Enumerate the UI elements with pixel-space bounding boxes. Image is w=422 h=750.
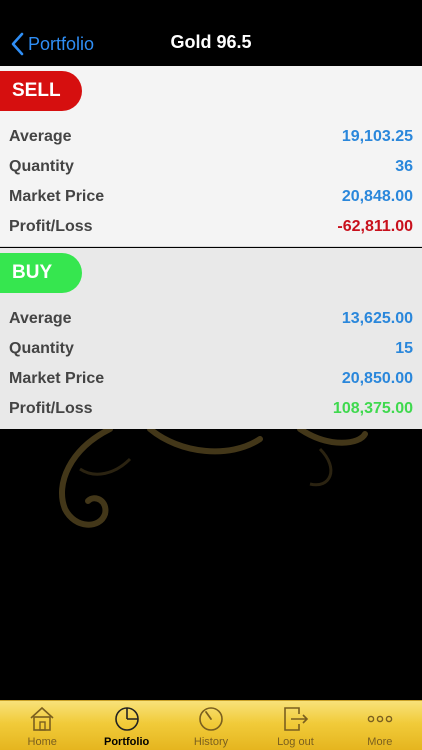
row-value: -62,811.00 bbox=[337, 218, 413, 235]
tab-history[interactable]: History bbox=[169, 701, 253, 750]
clock-icon bbox=[199, 707, 223, 731]
tab-label: History bbox=[193, 736, 229, 748]
tab-bar: Home Portfolio History Log out More bbox=[0, 700, 422, 750]
sell-row-average: Average 19,103.25 bbox=[9, 122, 413, 152]
row-label: Profit/Loss bbox=[9, 218, 93, 235]
tab-label: Log out bbox=[277, 736, 314, 748]
row-label: Market Price bbox=[9, 188, 105, 205]
row-value: 20,848.00 bbox=[341, 188, 413, 205]
row-value: 36 bbox=[395, 158, 413, 175]
row-label: Quantity bbox=[9, 340, 74, 357]
sell-badge: SELL bbox=[0, 71, 82, 111]
sell-row-quantity: Quantity 36 bbox=[9, 152, 413, 182]
tab-more[interactable]: More bbox=[338, 701, 422, 750]
row-label: Average bbox=[9, 310, 72, 327]
row-value: 19,103.25 bbox=[341, 128, 413, 145]
buy-row-average: Average 13,625.00 bbox=[9, 304, 413, 334]
buy-row-profit-loss: Profit/Loss 108,375.00 bbox=[9, 394, 413, 424]
tab-home[interactable]: Home bbox=[0, 701, 84, 750]
tab-label: Home bbox=[27, 736, 57, 748]
row-value: 108,375.00 bbox=[332, 400, 413, 417]
buy-row-quantity: Quantity 15 bbox=[9, 334, 413, 364]
row-label: Market Price bbox=[9, 370, 105, 387]
navigation-bar: Portfolio Gold 96.5 bbox=[0, 0, 422, 66]
row-label: Average bbox=[9, 128, 72, 145]
buy-section: BUY Average 13,625.00 Quantity 15 Market… bbox=[0, 248, 422, 429]
row-value: 13,625.00 bbox=[341, 310, 413, 327]
tab-label: Portfolio bbox=[104, 736, 150, 748]
row-label: Profit/Loss bbox=[9, 400, 93, 417]
row-value: 20,850.00 bbox=[341, 370, 413, 387]
row-label: Quantity bbox=[9, 158, 74, 175]
tab-label: More bbox=[367, 736, 393, 748]
page-title: Gold 96.5 bbox=[170, 32, 252, 52]
sell-row-market-price: Market Price 20,848.00 bbox=[9, 182, 413, 212]
tab-portfolio[interactable]: Portfolio bbox=[84, 701, 168, 750]
logout-icon bbox=[284, 707, 309, 731]
row-value: 15 bbox=[395, 340, 413, 357]
more-dots-icon bbox=[367, 715, 393, 723]
sell-section: SELL Average 19,103.25 Quantity 36 Marke… bbox=[0, 66, 422, 247]
buy-badge: BUY bbox=[0, 253, 82, 293]
home-icon bbox=[30, 706, 54, 731]
sell-row-profit-loss: Profit/Loss -62,811.00 bbox=[9, 212, 413, 242]
pie-chart-icon bbox=[114, 707, 139, 731]
buy-row-market-price: Market Price 20,850.00 bbox=[9, 364, 413, 394]
tab-logout[interactable]: Log out bbox=[253, 701, 337, 750]
ornament-background bbox=[59, 429, 368, 528]
